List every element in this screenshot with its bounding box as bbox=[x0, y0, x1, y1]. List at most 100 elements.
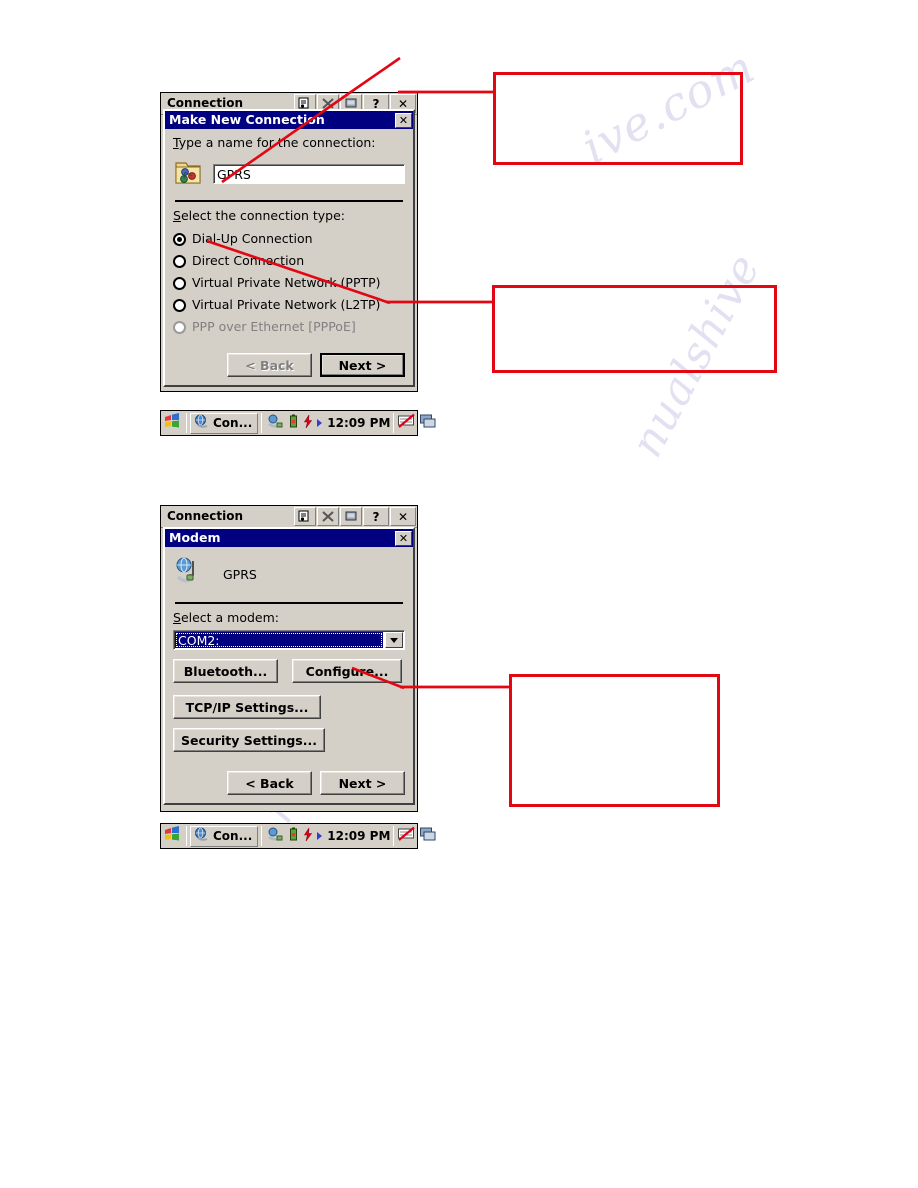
taskbar-clock[interactable]: 12:09 PM bbox=[327, 829, 390, 843]
device-screenshot-make-new-connection: Connection ? ✕ Make New Connection ✕ Typ… bbox=[160, 92, 418, 392]
connection-name-row: GPRS bbox=[173, 157, 405, 191]
accel-char: S bbox=[173, 610, 181, 625]
modem-dialog: Modem ✕ GPRS Select a modem: COM2: Bluet… bbox=[163, 527, 415, 805]
sip-keyboard-disabled-icon[interactable] bbox=[397, 826, 416, 846]
configure-button[interactable]: Configure... bbox=[292, 659, 402, 683]
wizard-nav-row: < Back Next > bbox=[173, 353, 405, 377]
taskbar-separator bbox=[261, 826, 263, 846]
taskbar-task-label: Con... bbox=[213, 416, 253, 430]
dialog-close-button[interactable]: ✕ bbox=[395, 530, 412, 546]
leader-line-connection-name-2 bbox=[347, 56, 401, 96]
modem-connection-icon bbox=[173, 555, 207, 593]
delete-connection-icon[interactable] bbox=[317, 507, 339, 526]
callout-leader-lines bbox=[206, 56, 509, 690]
chevron-down-icon[interactable] bbox=[385, 632, 403, 648]
radio-option-direct[interactable]: Direct Connection bbox=[173, 250, 405, 272]
help-icon[interactable]: ? bbox=[363, 507, 389, 526]
callout-connection-name-text bbox=[496, 75, 740, 87]
dialog-titlebar: Make New Connection ✕ bbox=[165, 111, 413, 129]
connection-window-titlebar: Connection ? ✕ bbox=[161, 506, 417, 528]
taskbar-separator bbox=[186, 826, 187, 846]
system-tray: 12:09 PM bbox=[265, 827, 390, 846]
connection-name-label-rest: ype a name for the connection: bbox=[178, 135, 376, 150]
device-taskbar: Con... 12:09 PM bbox=[160, 823, 436, 849]
taskbar-task-label: Con... bbox=[213, 829, 253, 843]
modem-connection-name: GPRS bbox=[223, 566, 257, 582]
wizard-nav-row: < Back Next > bbox=[173, 771, 405, 795]
battery-charging-tray-icon[interactable] bbox=[288, 827, 300, 846]
windows-start-icon[interactable] bbox=[163, 825, 183, 847]
connection-globe-icon bbox=[194, 414, 209, 432]
radio-indicator bbox=[173, 320, 186, 334]
callout-configure-text bbox=[512, 677, 717, 689]
select-modem-label-rest: elect a modem: bbox=[180, 610, 280, 625]
section-divider bbox=[175, 200, 403, 202]
radio-option-dialup[interactable]: Dial-Up Connection bbox=[173, 228, 405, 250]
callout-configure bbox=[509, 674, 720, 807]
network-connection-tray-icon[interactable] bbox=[267, 827, 285, 846]
lightning-bolt-tray-icon[interactable] bbox=[303, 827, 313, 846]
modem-action-row: Bluetooth... Configure... bbox=[173, 659, 405, 683]
taskbar-separator bbox=[393, 413, 395, 433]
next-button[interactable]: Next > bbox=[320, 771, 405, 795]
tcpip-settings-button[interactable]: TCP/IP Settings... bbox=[173, 695, 321, 719]
radio-label: PPP over Ethernet [PPPoE] bbox=[192, 319, 356, 334]
dialog-title: Make New Connection bbox=[169, 112, 325, 127]
section-divider bbox=[175, 602, 403, 604]
windows-start-icon[interactable] bbox=[163, 412, 183, 434]
modem-select[interactable]: COM2: bbox=[173, 630, 405, 650]
connection-name-input[interactable]: GPRS bbox=[213, 164, 405, 184]
dialog-title: Modem bbox=[169, 530, 221, 545]
connection-name-label: Type a name for the connection: bbox=[173, 135, 405, 151]
system-tray: 12:09 PM bbox=[265, 414, 390, 433]
radio-option-vpn-l2tp[interactable]: Virtual Private Network (L2TP) bbox=[173, 294, 405, 316]
connection-window-toolbar: ? ✕ bbox=[249, 506, 417, 527]
device-taskbar: Con... 12:09 PM bbox=[160, 410, 436, 436]
dialog-close-button[interactable]: ✕ bbox=[395, 112, 412, 128]
radio-indicator[interactable] bbox=[173, 232, 186, 246]
back-button[interactable]: < Back bbox=[227, 353, 312, 377]
radio-label: Virtual Private Network (PPTP) bbox=[192, 275, 381, 290]
connection-type-label: Select the connection type: bbox=[173, 208, 405, 224]
desktop-windows-icon[interactable] bbox=[419, 826, 437, 846]
back-button[interactable]: < Back bbox=[227, 771, 312, 795]
taskbar-separator bbox=[261, 413, 263, 433]
connection-type-label-rest: elect the connection type: bbox=[180, 208, 346, 223]
bluetooth-button[interactable]: Bluetooth... bbox=[173, 659, 278, 683]
radio-option-vpn-pptp[interactable]: Virtual Private Network (PPTP) bbox=[173, 272, 405, 294]
taskbar-separator bbox=[186, 413, 187, 433]
lightning-bolt-tray-icon[interactable] bbox=[303, 414, 313, 433]
radio-label: Virtual Private Network (L2TP) bbox=[192, 297, 381, 312]
dialog-titlebar: Modem ✕ bbox=[165, 529, 413, 547]
new-connection-icon[interactable] bbox=[340, 507, 362, 526]
taskbar-task-button-connection[interactable]: Con... bbox=[190, 825, 259, 847]
accel-char: S bbox=[173, 208, 181, 223]
network-connection-tray-icon[interactable] bbox=[267, 414, 285, 433]
battery-charging-tray-icon[interactable] bbox=[288, 414, 300, 433]
connection-window-title: Connection bbox=[167, 509, 244, 523]
radio-indicator[interactable] bbox=[173, 276, 186, 290]
modem-select-value[interactable]: COM2: bbox=[175, 632, 383, 648]
close-icon[interactable]: ✕ bbox=[390, 507, 416, 526]
next-button[interactable]: Next > bbox=[320, 353, 405, 377]
play-arrow-tray-icon bbox=[316, 827, 324, 846]
radio-indicator[interactable] bbox=[173, 298, 186, 312]
sip-keyboard-disabled-icon[interactable] bbox=[397, 413, 416, 433]
connection-type-radio-group: Dial-Up Connection Direct Connection Vir… bbox=[173, 228, 405, 338]
taskbar-separator bbox=[393, 826, 395, 846]
new-connection-folder-icon bbox=[173, 157, 203, 191]
connection-properties-icon[interactable] bbox=[294, 507, 316, 526]
connection-globe-icon bbox=[194, 827, 209, 845]
dialog-body: Type a name for the connection: GPRS Sel… bbox=[165, 129, 413, 385]
radio-label: Direct Connection bbox=[192, 253, 305, 268]
radio-indicator[interactable] bbox=[173, 254, 186, 268]
taskbar-task-button-connection[interactable]: Con... bbox=[190, 412, 259, 434]
dialog-body: GPRS Select a modem: COM2: Bluetooth... … bbox=[165, 547, 413, 803]
play-arrow-tray-icon bbox=[316, 414, 324, 433]
taskbar-clock[interactable]: 12:09 PM bbox=[327, 416, 390, 430]
security-settings-button[interactable]: Security Settings... bbox=[173, 728, 325, 752]
callout-connection-name bbox=[493, 72, 743, 165]
callout-connection-type bbox=[492, 285, 777, 373]
select-modem-label: Select a modem: bbox=[173, 610, 405, 626]
desktop-windows-icon[interactable] bbox=[419, 413, 437, 433]
